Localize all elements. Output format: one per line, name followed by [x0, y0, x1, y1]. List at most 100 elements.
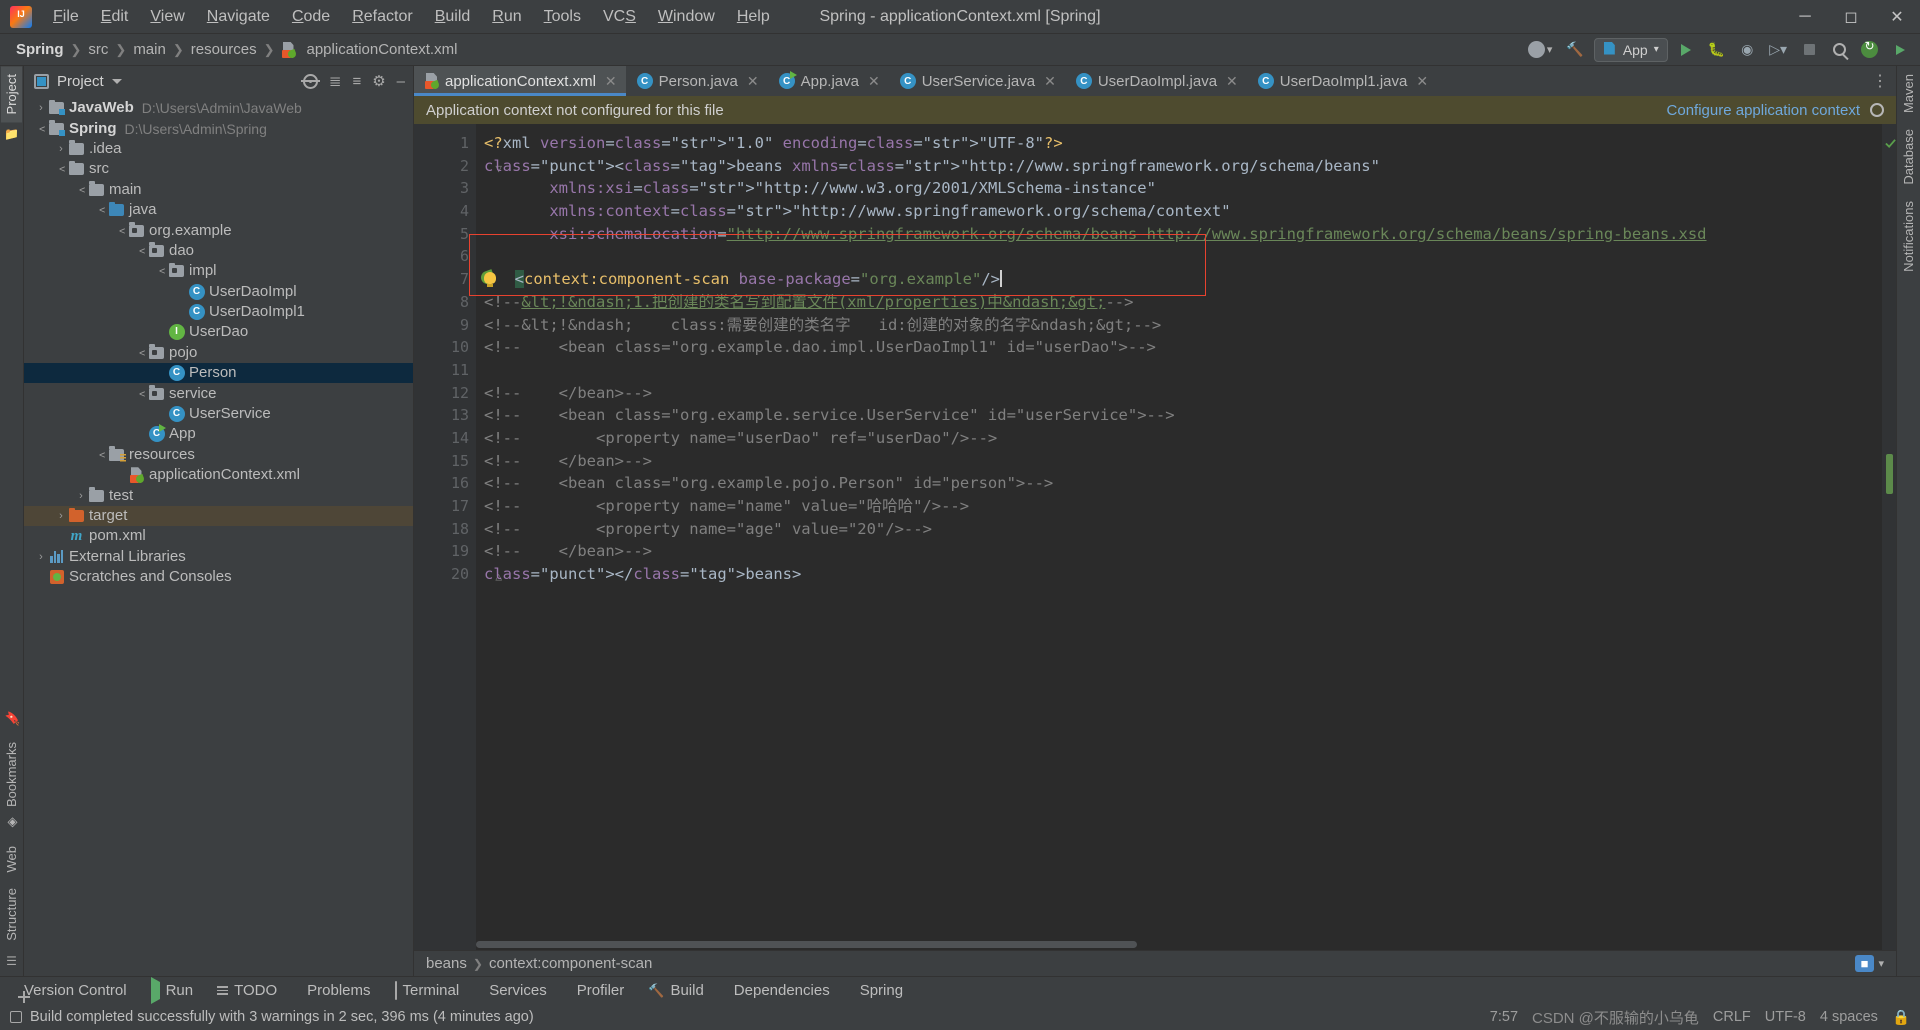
run-configuration-selector[interactable]: App ▾: [1593, 37, 1668, 62]
scrollbar-thumb[interactable]: [476, 941, 1137, 948]
sidebar-item-project[interactable]: Project: [1, 66, 22, 123]
expand-all-icon[interactable]: ≣: [329, 74, 342, 89]
chevron-down-icon[interactable]: [111, 78, 122, 84]
project-tree[interactable]: › JavaWeb D:\Users\Admin\JavaWeb ˅ Spring D:\…: [24, 96, 413, 976]
code-line-9[interactable]: <!--&lt;!&ndash; class:需要创建的类名字 id:创建的对象…: [476, 314, 1896, 337]
editor-tab-app-java[interactable]: C App.java ✕: [768, 66, 889, 96]
code-line-16[interactable]: <!-- <bean class="org.example.pojo.Perso…: [476, 472, 1896, 495]
close-icon[interactable]: ✕: [1226, 73, 1238, 90]
tree-node-target[interactable]: › target: [24, 505, 413, 527]
close-icon[interactable]: ✕: [747, 73, 759, 90]
tree-node-dao[interactable]: ˅ dao: [24, 241, 413, 261]
code-line-18[interactable]: <!-- <property name="age" value="20"/>--…: [476, 518, 1896, 541]
toolwindow-button-terminal[interactable]: Terminal: [383, 979, 472, 1002]
breadcrumb-item-project[interactable]: Spring: [10, 39, 70, 60]
build-hammer-icon[interactable]: 🔨: [1562, 38, 1587, 62]
editor-tab-bar[interactable]: applicationContext.xml ✕ C Person.java ✕ C App…: [414, 66, 1896, 96]
maximize-icon[interactable]: ◻: [1828, 1, 1874, 33]
tree-node-pojo[interactable]: ˅ pojo: [24, 343, 413, 363]
error-stripe-gutter[interactable]: [1882, 124, 1896, 950]
breadcrumb-item-resources[interactable]: resources: [185, 39, 263, 60]
lock-icon[interactable]: 🔒: [1892, 1009, 1910, 1026]
tree-node-spring[interactable]: ˅ Spring D:\Users\Admin\Spring: [24, 118, 413, 138]
editor-tab-userdaoimpl1-java[interactable]: C UserDaoImpl1.java ✕: [1247, 66, 1437, 96]
code-line-5[interactable]: xsi:schemaLocation="http://www.springfra…: [476, 223, 1896, 246]
menu-vcs[interactable]: VCS: [592, 3, 647, 31]
line-number-16[interactable]: 16: [414, 472, 476, 495]
toolwindow-button-run[interactable]: Run: [139, 977, 206, 1004]
tree-node-service[interactable]: ˅ service: [24, 383, 413, 403]
close-icon[interactable]: ✕: [605, 73, 617, 90]
line-number-12[interactable]: 12: [414, 382, 476, 405]
toolwindow-button-services[interactable]: Services: [471, 979, 559, 1002]
chevron-right-icon[interactable]: ›: [74, 486, 88, 506]
line-number-10[interactable]: 10: [414, 336, 476, 359]
line-number-9[interactable]: 9: [414, 314, 476, 337]
code-line-17[interactable]: <!-- <property name="name" value="哈哈哈"/>…: [476, 495, 1896, 518]
line-number-15[interactable]: 15: [414, 450, 476, 473]
search-icon[interactable]: [1827, 38, 1851, 62]
toolwindow-button-version-control[interactable]: Version Control: [6, 979, 139, 1002]
tree-node-javaweb[interactable]: › JavaWeb D:\Users\Admin\JavaWeb: [24, 98, 413, 118]
line-number-8[interactable]: 8: [414, 291, 476, 314]
toolwindow-button-dependencies[interactable]: Dependencies: [716, 979, 842, 1002]
line-number-6[interactable]: 6: [414, 245, 476, 268]
code-line-4[interactable]: xmlns:context=class="str">"http://www.sp…: [476, 200, 1896, 223]
run-more-icon[interactable]: ▷▾: [1765, 38, 1791, 62]
menu-bar[interactable]: FFileile Edit View Navigate Code Refacto…: [42, 3, 781, 31]
tree-node-userdaoimpl[interactable]: ​CUserDaoImpl: [24, 282, 413, 302]
tree-node-main[interactable]: ˅ main: [24, 180, 413, 200]
menu-window[interactable]: Window: [647, 3, 726, 31]
tree-node-resources[interactable]: ˅ resources: [24, 445, 413, 465]
menu-code[interactable]: Code: [281, 3, 341, 31]
line-number-13[interactable]: 13: [414, 404, 476, 427]
minimize-icon[interactable]: ─: [1782, 1, 1828, 33]
code-line-10[interactable]: <!-- <bean class="org.example.dao.impl.U…: [476, 336, 1896, 359]
chevron-right-icon[interactable]: ›: [34, 98, 48, 118]
settings-gear-icon[interactable]: [1870, 103, 1884, 117]
breadcrumb-item-file[interactable]: applicationContext.xml: [276, 37, 470, 62]
user-avatar-icon[interactable]: ▾: [1524, 38, 1557, 62]
tree-node-userdao[interactable]: ​IUserDao: [24, 322, 413, 342]
intention-bulb-icon[interactable]: [484, 272, 496, 288]
tree-node-impl[interactable]: ˅ impl: [24, 261, 413, 281]
toolwindow-button-profiler[interactable]: Profiler: [559, 979, 637, 1002]
more-options-icon[interactable]: ⋮: [1864, 66, 1896, 96]
menu-tools[interactable]: Tools: [533, 3, 592, 31]
tree-node--idea[interactable]: › .idea: [24, 139, 413, 159]
status-encoding[interactable]: UTF-8: [1765, 1009, 1806, 1025]
close-icon[interactable]: ✕: [1416, 73, 1428, 90]
toolwindow-button-build[interactable]: 🔨 Build: [636, 979, 716, 1002]
sidebar-item-structure[interactable]: Structure: [1, 880, 22, 949]
collapse-all-icon[interactable]: ≡: [352, 74, 361, 89]
tree-node-pom-xml[interactable]: ​m pom.xml: [24, 526, 413, 546]
stop-icon[interactable]: [1797, 38, 1821, 62]
line-number-1[interactable]: 1: [414, 132, 476, 155]
horizontal-scrollbar[interactable]: [476, 938, 1882, 950]
line-number-18[interactable]: 18: [414, 518, 476, 541]
breadcrumb-component-scan[interactable]: context:component-scan: [489, 955, 652, 972]
run-icon[interactable]: [1674, 38, 1698, 62]
editor-tab-person-java[interactable]: C Person.java ✕: [626, 66, 768, 96]
line-number-gutter[interactable]: 1 2 ▽ 3 4 5 6 7 8 9 10 11 12 13 14 15 16 17 18 19 20 △: [414, 124, 502, 950]
sidebar-item-web[interactable]: Web: [1, 838, 22, 881]
menu-navigate[interactable]: Navigate: [196, 3, 281, 31]
tree-node-java[interactable]: ˅ java: [24, 200, 413, 220]
toolwindow-button-todo[interactable]: TODO: [205, 979, 289, 1002]
close-icon[interactable]: ✕: [1874, 1, 1920, 33]
line-number-20[interactable]: 20 △: [414, 563, 502, 586]
structure-icon[interactable]: ☰: [6, 949, 17, 976]
settings-gear-icon[interactable]: ⚙: [372, 74, 385, 89]
breadcrumb-item-main[interactable]: main: [127, 39, 172, 60]
status-indent[interactable]: 4 spaces: [1820, 1009, 1878, 1025]
code-line-3[interactable]: xmlns:xsi=class="str">"http://www.w3.org…: [476, 177, 1896, 200]
updates-icon[interactable]: [1857, 38, 1882, 62]
close-icon[interactable]: ✕: [868, 73, 880, 90]
editor-tab-userdaoimpl-java[interactable]: C UserDaoImpl.java ✕: [1065, 66, 1247, 96]
menu-build[interactable]: Build: [424, 3, 482, 31]
toolwindow-button-problems[interactable]: Problems: [289, 979, 382, 1002]
code-line-2[interactable]: class="punct"><class="tag">beans xmlns=c…: [476, 155, 1896, 178]
menu-file[interactable]: FFileile: [42, 3, 90, 31]
chevron-right-icon[interactable]: ›: [54, 506, 68, 526]
line-number-14[interactable]: 14: [414, 427, 476, 450]
